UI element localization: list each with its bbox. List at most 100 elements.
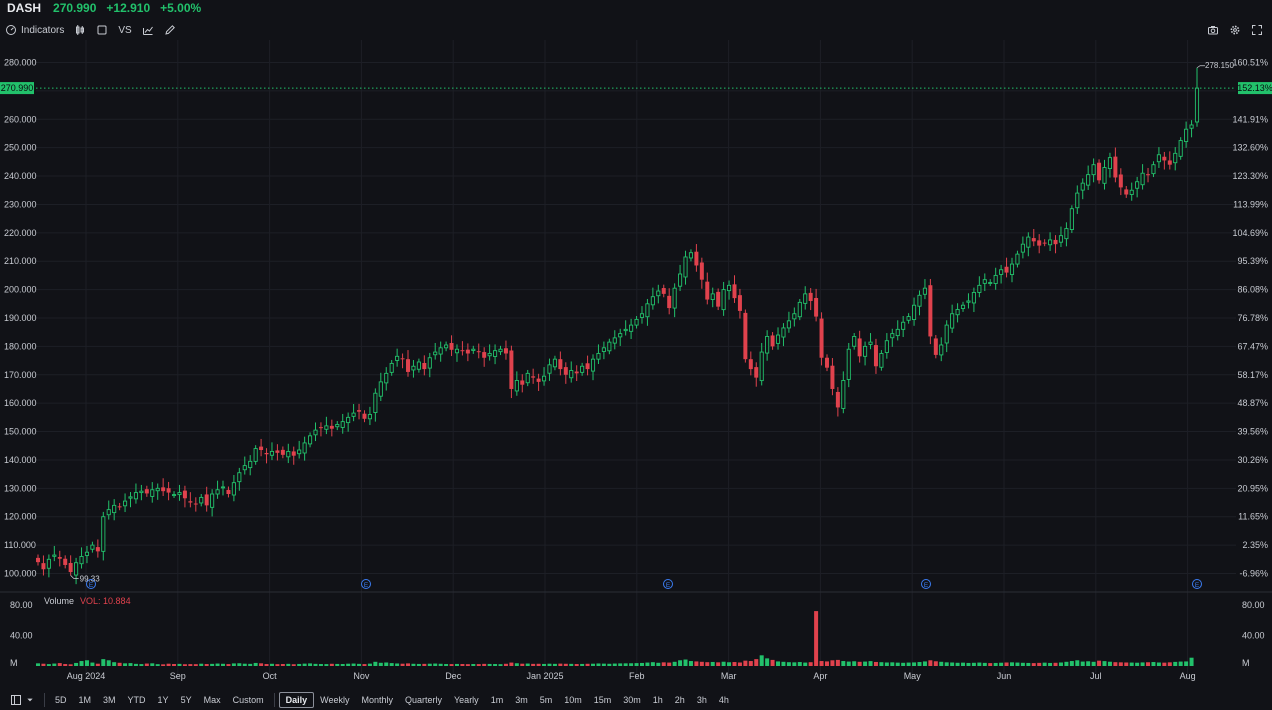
interval-2h[interactable]: 2h xyxy=(669,692,691,708)
candle-body xyxy=(1075,192,1080,209)
volume-bar xyxy=(699,661,704,666)
x-tick-label: Feb xyxy=(629,671,645,681)
y-right-tick-label: 11.65% xyxy=(1238,512,1268,522)
chart-layout-toggle[interactable] xyxy=(4,694,40,706)
ticker-symbol: DASH xyxy=(7,1,42,15)
interval-3h[interactable]: 3h xyxy=(691,692,713,708)
volume-bar xyxy=(449,664,454,666)
candle-body xyxy=(1031,238,1036,242)
candle-body xyxy=(1026,236,1031,248)
volume-bar xyxy=(852,661,857,666)
candle-body xyxy=(732,284,737,299)
interval-3m[interactable]: 3m xyxy=(509,692,534,708)
y-tick-label: 100.000 xyxy=(4,569,37,579)
candle xyxy=(563,362,568,384)
x-tick-label: Jan 2025 xyxy=(526,671,563,681)
settings-button[interactable] xyxy=(1224,20,1246,40)
range-5d[interactable]: 5D xyxy=(49,692,73,708)
price-chart[interactable]: EEEEE 270.990 152.13%278.15099.33 100.000… xyxy=(0,40,1272,686)
candle-body xyxy=(74,562,79,576)
candle-body xyxy=(259,446,264,451)
candle-body xyxy=(912,304,917,321)
x-tick-label: Dec xyxy=(445,671,462,681)
volume-bar xyxy=(1178,661,1183,666)
candle-body xyxy=(220,486,226,489)
earnings-marker-label: E xyxy=(364,582,369,589)
candle-body xyxy=(890,333,895,339)
candle-body xyxy=(1069,208,1074,231)
interval-weekly[interactable]: Weekly xyxy=(314,692,355,708)
candle-body xyxy=(313,429,318,436)
low-label: 99.33 xyxy=(80,574,101,583)
volume-bar xyxy=(830,660,835,666)
last-percent-tag-label: 152.13% xyxy=(1237,83,1272,93)
candle xyxy=(705,272,710,305)
range-ytd[interactable]: YTD xyxy=(122,692,152,708)
layout-button[interactable] xyxy=(91,20,113,40)
screenshot-button[interactable] xyxy=(1202,20,1224,40)
volume-bar xyxy=(253,662,258,666)
chart-type-button[interactable] xyxy=(69,20,91,40)
range-1y[interactable]: 1Y xyxy=(152,692,175,708)
y-tick-label: 190.000 xyxy=(4,313,37,323)
volume-axis-label: 40.00 xyxy=(10,631,33,641)
indicators-button[interactable]: Indicators xyxy=(0,20,69,40)
range-max[interactable]: Max xyxy=(198,692,227,708)
candle-body xyxy=(1037,240,1042,246)
interval-4h[interactable]: 4h xyxy=(713,692,735,708)
candle-body xyxy=(264,452,269,455)
candle-body xyxy=(569,370,574,379)
interval-1h[interactable]: 1h xyxy=(647,692,669,708)
candle xyxy=(68,555,73,576)
volume-bar xyxy=(400,663,405,666)
candle-body xyxy=(302,442,307,454)
range-5y[interactable]: 5Y xyxy=(175,692,198,708)
candle-body xyxy=(1151,164,1156,175)
volume-bar xyxy=(737,662,742,666)
interval-quarterly[interactable]: Quarterly xyxy=(399,692,448,708)
candle-body xyxy=(90,544,95,550)
range-1m[interactable]: 1M xyxy=(73,692,98,708)
fullscreen-button[interactable] xyxy=(1246,20,1268,40)
candle xyxy=(846,342,851,388)
compare-button[interactable]: VS xyxy=(113,20,136,40)
volume-label: Volume xyxy=(44,596,75,606)
volume-bar xyxy=(977,662,982,666)
candle-body xyxy=(346,416,351,424)
volume-bar xyxy=(144,663,149,666)
candle xyxy=(743,309,748,363)
candle-body xyxy=(770,335,775,347)
candle xyxy=(313,422,318,442)
interval-10m[interactable]: 10m xyxy=(558,692,588,708)
candle-body xyxy=(906,316,911,321)
candle xyxy=(454,344,460,362)
interval-monthly[interactable]: Monthly xyxy=(355,692,399,708)
range-custom[interactable]: Custom xyxy=(227,692,270,708)
candle-body xyxy=(536,378,541,382)
toolbar-divider xyxy=(44,693,45,707)
interval-15m[interactable]: 15m xyxy=(588,692,618,708)
candle xyxy=(335,421,340,431)
interval-daily[interactable]: Daily xyxy=(278,692,315,708)
candle-body xyxy=(993,274,998,284)
candle xyxy=(1135,176,1140,198)
interval-1m[interactable]: 1m xyxy=(485,692,510,708)
earnings-marker-label: E xyxy=(1195,582,1200,589)
interval-5m[interactable]: 5m xyxy=(534,692,559,708)
candle xyxy=(498,345,503,356)
range-3m[interactable]: 3M xyxy=(97,692,122,708)
candle xyxy=(944,320,949,353)
interval-30m[interactable]: 30m xyxy=(617,692,647,708)
candle xyxy=(1064,222,1069,247)
draw-button[interactable] xyxy=(159,20,181,40)
volume-bar xyxy=(623,663,628,666)
volume-bar xyxy=(460,664,465,666)
volume-bar xyxy=(231,663,236,666)
volume-bar xyxy=(966,662,971,666)
volume-bar xyxy=(280,664,285,666)
candle xyxy=(259,438,264,457)
interval-yearly[interactable]: Yearly xyxy=(448,692,485,708)
drawing-templates-button[interactable] xyxy=(137,20,159,40)
volume-bar xyxy=(716,662,721,666)
candle xyxy=(308,432,313,448)
